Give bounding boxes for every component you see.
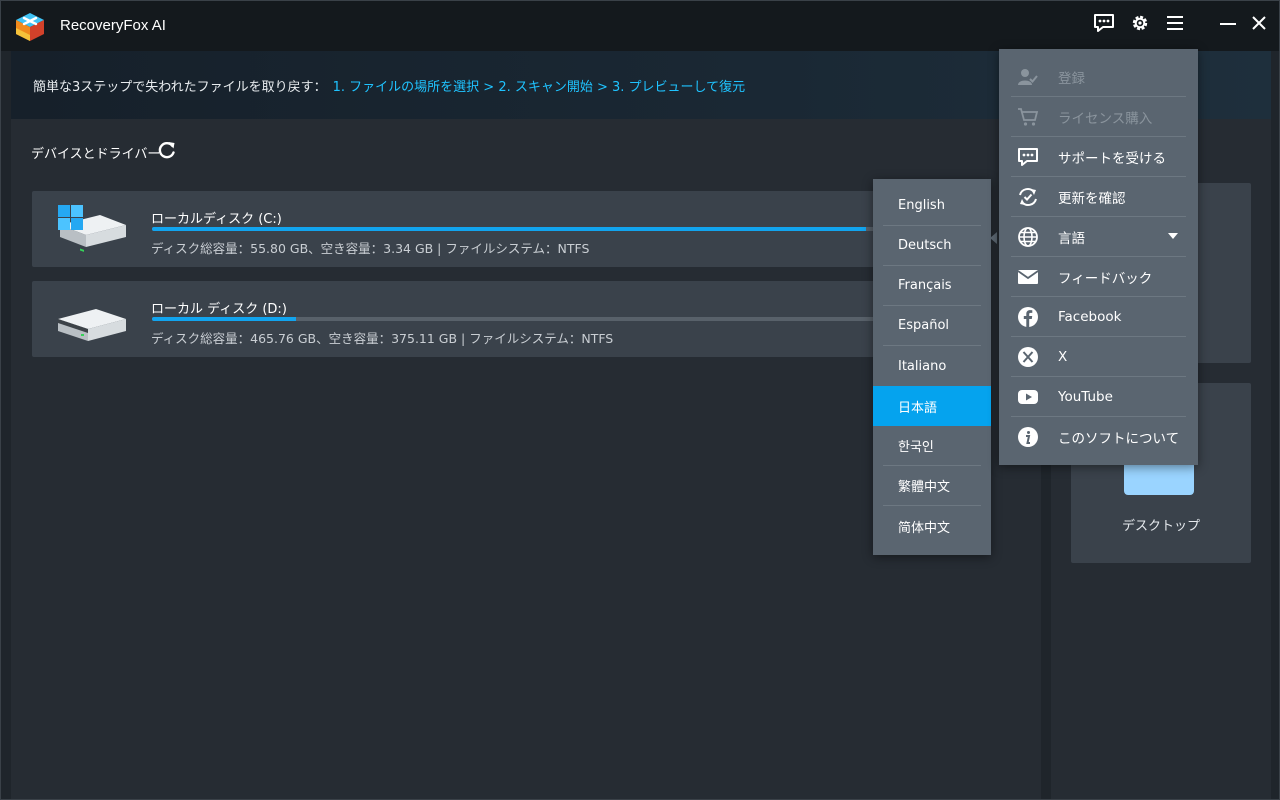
language-option-korean[interactable]: 한국인 <box>883 426 981 466</box>
menu-item-label: 更新を確認 <box>1058 190 1126 207</box>
gear-icon <box>1132 15 1148 31</box>
disk-usage-bar <box>152 227 912 231</box>
language-option-japanese[interactable]: 日本語 <box>873 386 991 426</box>
close-icon <box>1252 16 1266 30</box>
menu-item-feedback[interactable]: フィードバック <box>1011 257 1186 297</box>
chevron-down-icon <box>1168 233 1178 239</box>
banner-steps-text: 1. ファイルの場所を選択 > 2. スキャン開始 > 3. プレビューして復元 <box>332 79 746 95</box>
disk-name: ローカルディスク (C:) <box>151 212 282 227</box>
menu-item-get-support[interactable]: サポートを受ける <box>1011 137 1186 177</box>
youtube-icon <box>1017 386 1039 408</box>
menu-item-label: YouTube <box>1058 388 1113 405</box>
x-icon <box>1017 346 1039 368</box>
disk-usage-fill <box>152 227 867 231</box>
language-option-simplified-chinese[interactable]: 简体中文 <box>883 506 981 546</box>
menu-item-label: Facebook <box>1058 308 1122 325</box>
disk-usage-bar <box>152 317 912 321</box>
support-chat-icon <box>1017 146 1039 168</box>
location-label: デスクトップ <box>1121 519 1200 534</box>
app-logo-icon <box>16 13 44 41</box>
hamburger-menu-icon <box>1167 16 1183 30</box>
minimize-button[interactable] <box>1215 10 1241 36</box>
menu-item-label: X <box>1058 348 1068 365</box>
facebook-icon <box>1017 306 1039 328</box>
menu-item-language[interactable]: 言語 <box>1011 217 1186 257</box>
main-menu-button[interactable] <box>1162 10 1188 36</box>
language-option-italiano[interactable]: Italiano <box>883 346 981 386</box>
mail-icon <box>1017 266 1039 288</box>
banner-lead-text: 簡単な3ステップで失われたファイルを取り戻す： <box>33 79 327 95</box>
app-title: RecoveryFox AI <box>60 17 166 34</box>
disk-item-c[interactable]: ローカルディスク (C:) ディスク総容量：55.80 GB、空き容量：3.34… <box>32 191 912 267</box>
menu-item-label: サポートを受ける <box>1058 150 1166 167</box>
menu-item-x[interactable]: X <box>1011 337 1186 377</box>
refresh-icon[interactable] <box>157 140 177 160</box>
minimize-icon <box>1220 23 1236 25</box>
cart-icon <box>1017 106 1039 128</box>
language-submenu: English Deutsch Français Español Italian… <box>873 179 991 555</box>
settings-button[interactable] <box>1127 10 1153 36</box>
main-dropdown-menu: 登録 ライセンス購入 サポートを受ける 更新を確認 言語 フィードバック Fac… <box>999 49 1198 465</box>
close-button[interactable] <box>1246 10 1272 36</box>
title-bar: RecoveryFox AI <box>1 1 1279 51</box>
menu-item-youtube[interactable]: YouTube <box>1011 377 1186 417</box>
menu-item-register[interactable]: 登録 <box>1011 57 1186 97</box>
drive-icon <box>58 309 126 341</box>
menu-item-buy-license[interactable]: ライセンス購入 <box>1011 97 1186 137</box>
info-icon <box>1017 426 1039 448</box>
menu-item-about[interactable]: このソフトについて <box>1011 417 1186 457</box>
language-option-traditional-chinese[interactable]: 繁體中文 <box>883 466 981 506</box>
menu-item-label: フィードバック <box>1058 270 1153 287</box>
disk-info: ディスク総容量：465.76 GB、空き容量：375.11 GB | ファイルシ… <box>151 331 614 346</box>
menu-item-label: ライセンス購入 <box>1058 110 1153 127</box>
menu-item-label: 言語 <box>1058 230 1085 247</box>
submenu-pointer <box>990 232 997 244</box>
menu-item-facebook[interactable]: Facebook <box>1011 297 1186 337</box>
disk-name: ローカル ディスク (D:) <box>151 302 287 317</box>
windows-drive-icon <box>58 205 126 252</box>
disk-info: ディスク総容量：55.80 GB、空き容量：3.34 GB | ファイルシステム… <box>151 241 590 256</box>
language-option-english[interactable]: English <box>883 186 981 226</box>
menu-item-label: 登録 <box>1058 70 1085 87</box>
update-icon <box>1017 186 1039 208</box>
feedback-chat-button[interactable] <box>1091 10 1117 36</box>
disk-item-d[interactable]: ローカル ディスク (D:) ディスク総容量：465.76 GB、空き容量：37… <box>32 281 912 357</box>
menu-item-check-update[interactable]: 更新を確認 <box>1011 177 1186 217</box>
menu-item-label: このソフトについて <box>1058 431 1180 447</box>
globe-icon <box>1017 226 1039 248</box>
language-option-espanol[interactable]: Español <box>883 306 981 346</box>
feedback-chat-icon <box>1094 14 1114 32</box>
user-check-icon <box>1017 66 1039 88</box>
language-option-deutsch[interactable]: Deutsch <box>883 226 981 266</box>
language-option-francais[interactable]: Français <box>883 266 981 306</box>
devices-section-title: デバイスとドライバー <box>31 147 161 162</box>
disk-usage-fill <box>152 317 297 321</box>
